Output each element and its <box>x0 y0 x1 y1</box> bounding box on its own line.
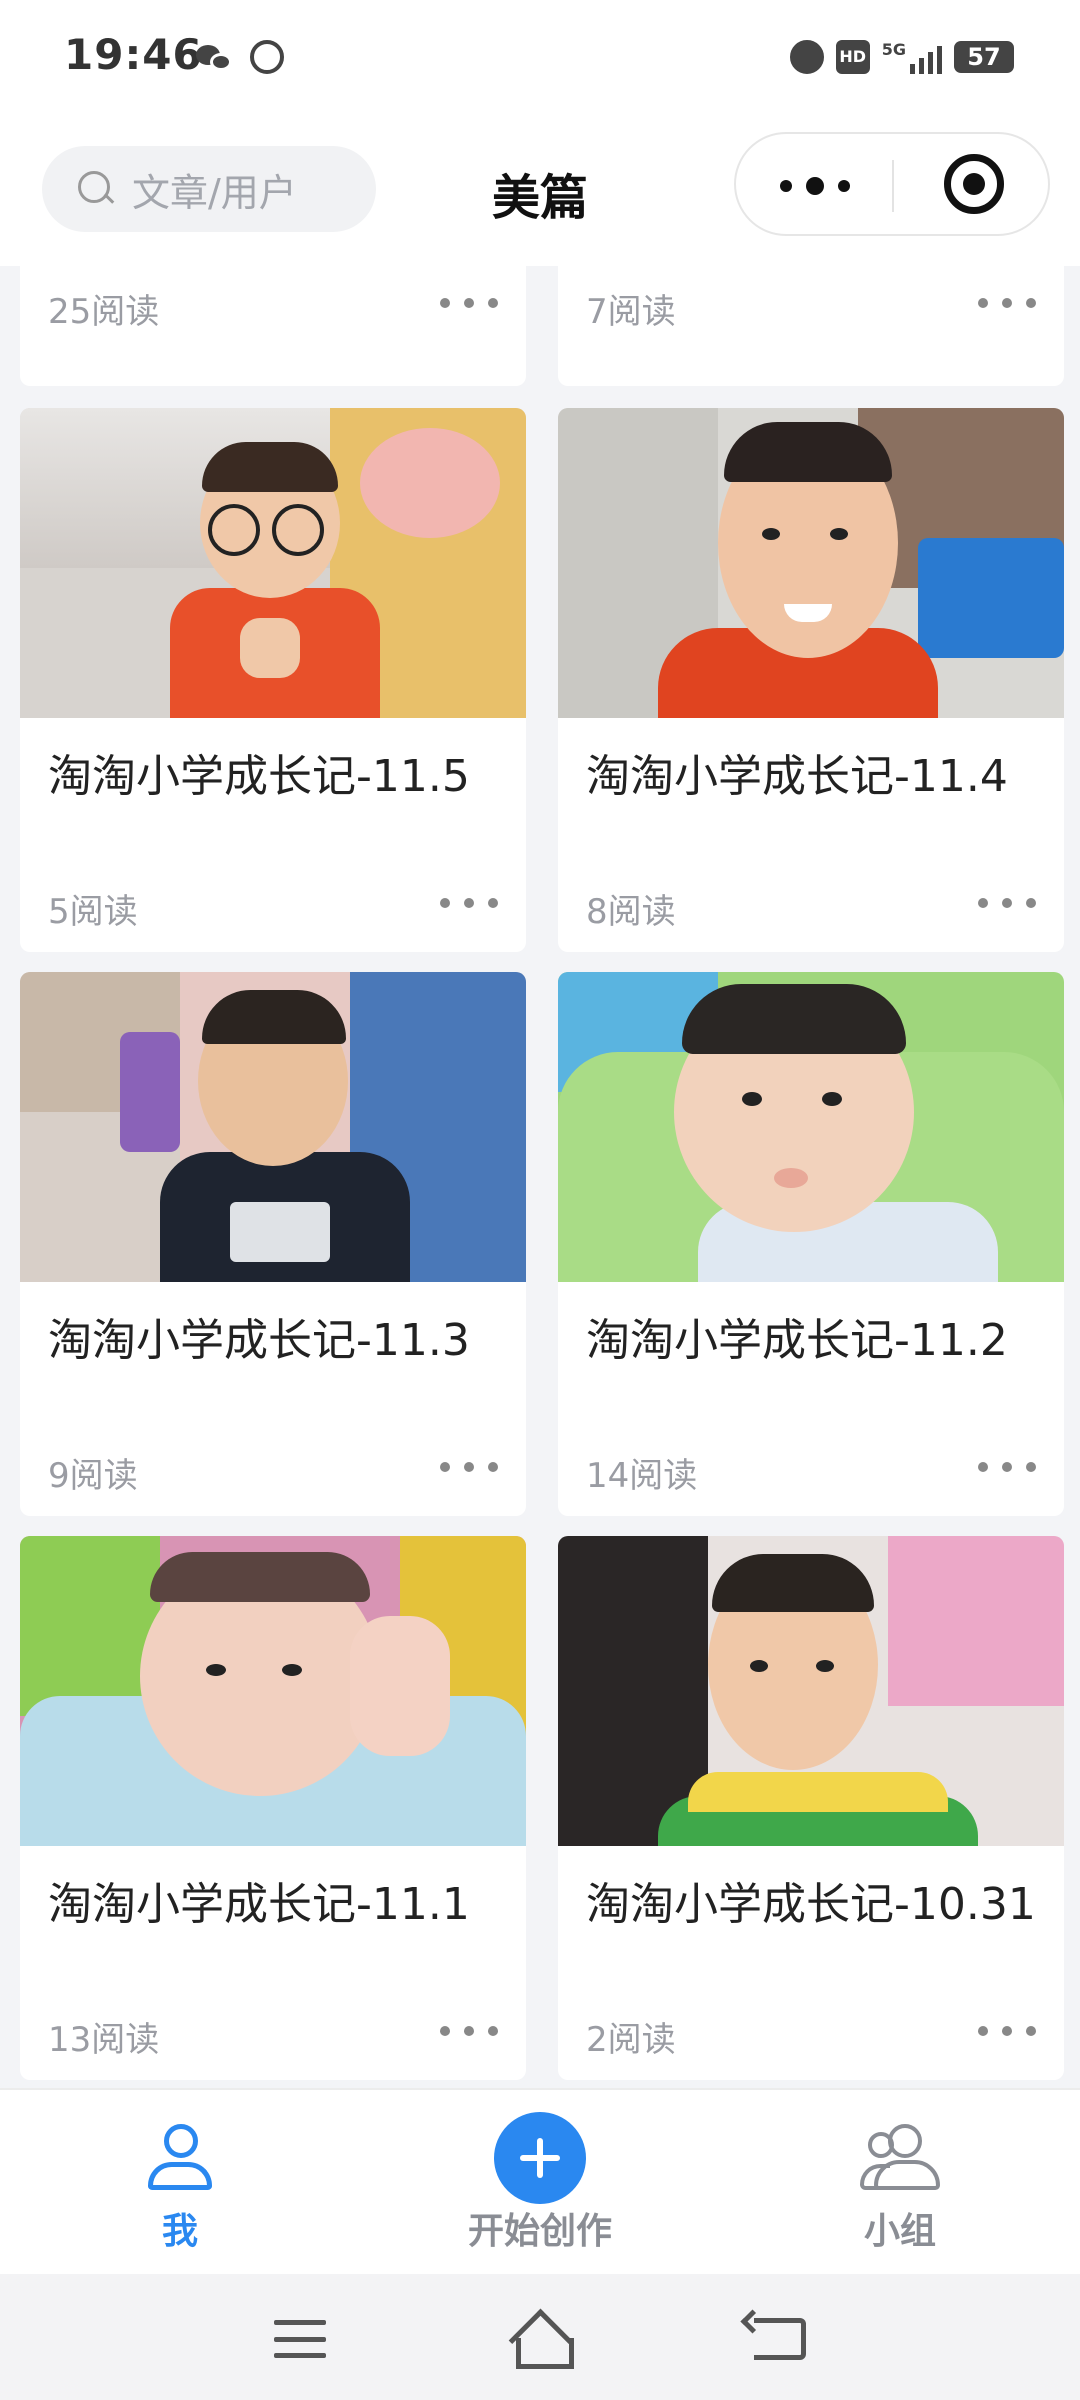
article-card-partial[interactable]: 7阅读 <box>558 266 1064 386</box>
menu-icon[interactable] <box>274 2320 326 2358</box>
read-count: 13阅读 <box>48 2020 160 2060</box>
user-icon <box>148 2124 212 2190</box>
article-card[interactable]: 淘淘小学成长记-11.4 8阅读 <box>558 408 1064 952</box>
vpn-icon <box>250 40 284 74</box>
more-options-icon[interactable] <box>440 2026 498 2038</box>
article-cover-image <box>558 1536 1064 1846</box>
article-feed[interactable]: 25阅读 7阅读 淘淘小学成长记-11.5 5阅读 淘淘小学成长记-11.4 8… <box>0 266 1080 2088</box>
tab-group[interactable]: 小组 <box>780 2090 1020 2276</box>
article-title: 淘淘小学成长记-10.31 <box>586 1879 1036 1930</box>
plus-icon <box>494 2112 586 2204</box>
bottom-tab-bar: 我 开始创作 小组 <box>0 2088 1080 2274</box>
read-count: 7阅读 <box>586 292 676 332</box>
more-options-icon[interactable] <box>978 2026 1036 2038</box>
home-icon[interactable] <box>508 2310 574 2369</box>
article-card[interactable]: 淘淘小学成长记-11.1 13阅读 <box>20 1536 526 2080</box>
read-count: 25阅读 <box>48 292 160 332</box>
read-count: 5阅读 <box>48 892 138 932</box>
search-placeholder: 文章/用户 <box>132 170 297 215</box>
article-cover-image <box>558 408 1064 718</box>
article-cover-image <box>20 408 526 718</box>
article-title: 淘淘小学成长记-11.5 <box>48 751 470 802</box>
close-target-icon[interactable] <box>944 154 1004 214</box>
more-options-icon[interactable] <box>978 298 1036 310</box>
mini-program-capsule <box>734 132 1050 236</box>
tab-label: 小组 <box>863 2211 936 2252</box>
more-icon[interactable] <box>780 174 850 198</box>
more-options-icon[interactable] <box>440 1462 498 1474</box>
status-bar: 19:46 HD 5G 57 <box>0 0 1080 120</box>
back-icon[interactable] <box>754 2318 806 2360</box>
battery-icon: 57 <box>954 41 1014 73</box>
system-navigation-bar <box>0 2274 1080 2400</box>
wechat-icon <box>196 43 234 73</box>
more-options-icon[interactable] <box>440 298 498 310</box>
article-cover-image <box>20 972 526 1282</box>
alarm-icon <box>789 40 824 74</box>
article-cover-image <box>558 972 1064 1282</box>
tab-label: 开始创作 <box>467 2211 612 2252</box>
search-input[interactable]: 文章/用户 <box>42 146 376 232</box>
hd-icon: HD <box>835 40 870 74</box>
network-label: 5G <box>881 40 906 59</box>
article-title: 淘淘小学成长记-11.1 <box>48 1879 470 1930</box>
more-options-icon[interactable] <box>440 898 498 910</box>
article-cover-image <box>20 1536 526 1846</box>
article-title: 淘淘小学成长记-11.3 <box>48 1315 470 1366</box>
search-icon <box>78 171 114 207</box>
status-time: 19:46 <box>64 30 203 79</box>
article-card[interactable]: 淘淘小学成长记-10.31 2阅读 <box>558 1536 1064 2080</box>
app-header: 文章/用户 美篇 <box>0 120 1080 266</box>
read-count: 2阅读 <box>586 2020 676 2060</box>
read-count: 14阅读 <box>586 1456 698 1496</box>
article-card[interactable]: 淘淘小学成长记-11.3 9阅读 <box>20 972 526 1516</box>
more-options-icon[interactable] <box>978 1462 1036 1474</box>
article-card[interactable]: 淘淘小学成长记-11.2 14阅读 <box>558 972 1064 1516</box>
article-card-partial[interactable]: 25阅读 <box>20 266 526 386</box>
status-left-icons <box>196 40 284 74</box>
read-count: 9阅读 <box>48 1456 138 1496</box>
group-icon <box>860 2124 942 2190</box>
read-count: 8阅读 <box>586 892 676 932</box>
tab-me[interactable]: 我 <box>60 2090 300 2276</box>
article-title: 淘淘小学成长记-11.2 <box>586 1315 1008 1366</box>
status-right-icons: HD 5G 57 <box>789 40 1014 74</box>
signal-5g-icon: 5G <box>882 40 942 74</box>
page-title: 美篇 <box>491 170 588 226</box>
article-card[interactable]: 淘淘小学成长记-11.5 5阅读 <box>20 408 526 952</box>
more-options-icon[interactable] <box>978 898 1036 910</box>
article-title: 淘淘小学成长记-11.4 <box>586 751 1008 802</box>
tab-create[interactable]: 开始创作 <box>420 2090 660 2276</box>
tab-label: 我 <box>161 2211 198 2252</box>
capsule-divider <box>892 160 894 212</box>
